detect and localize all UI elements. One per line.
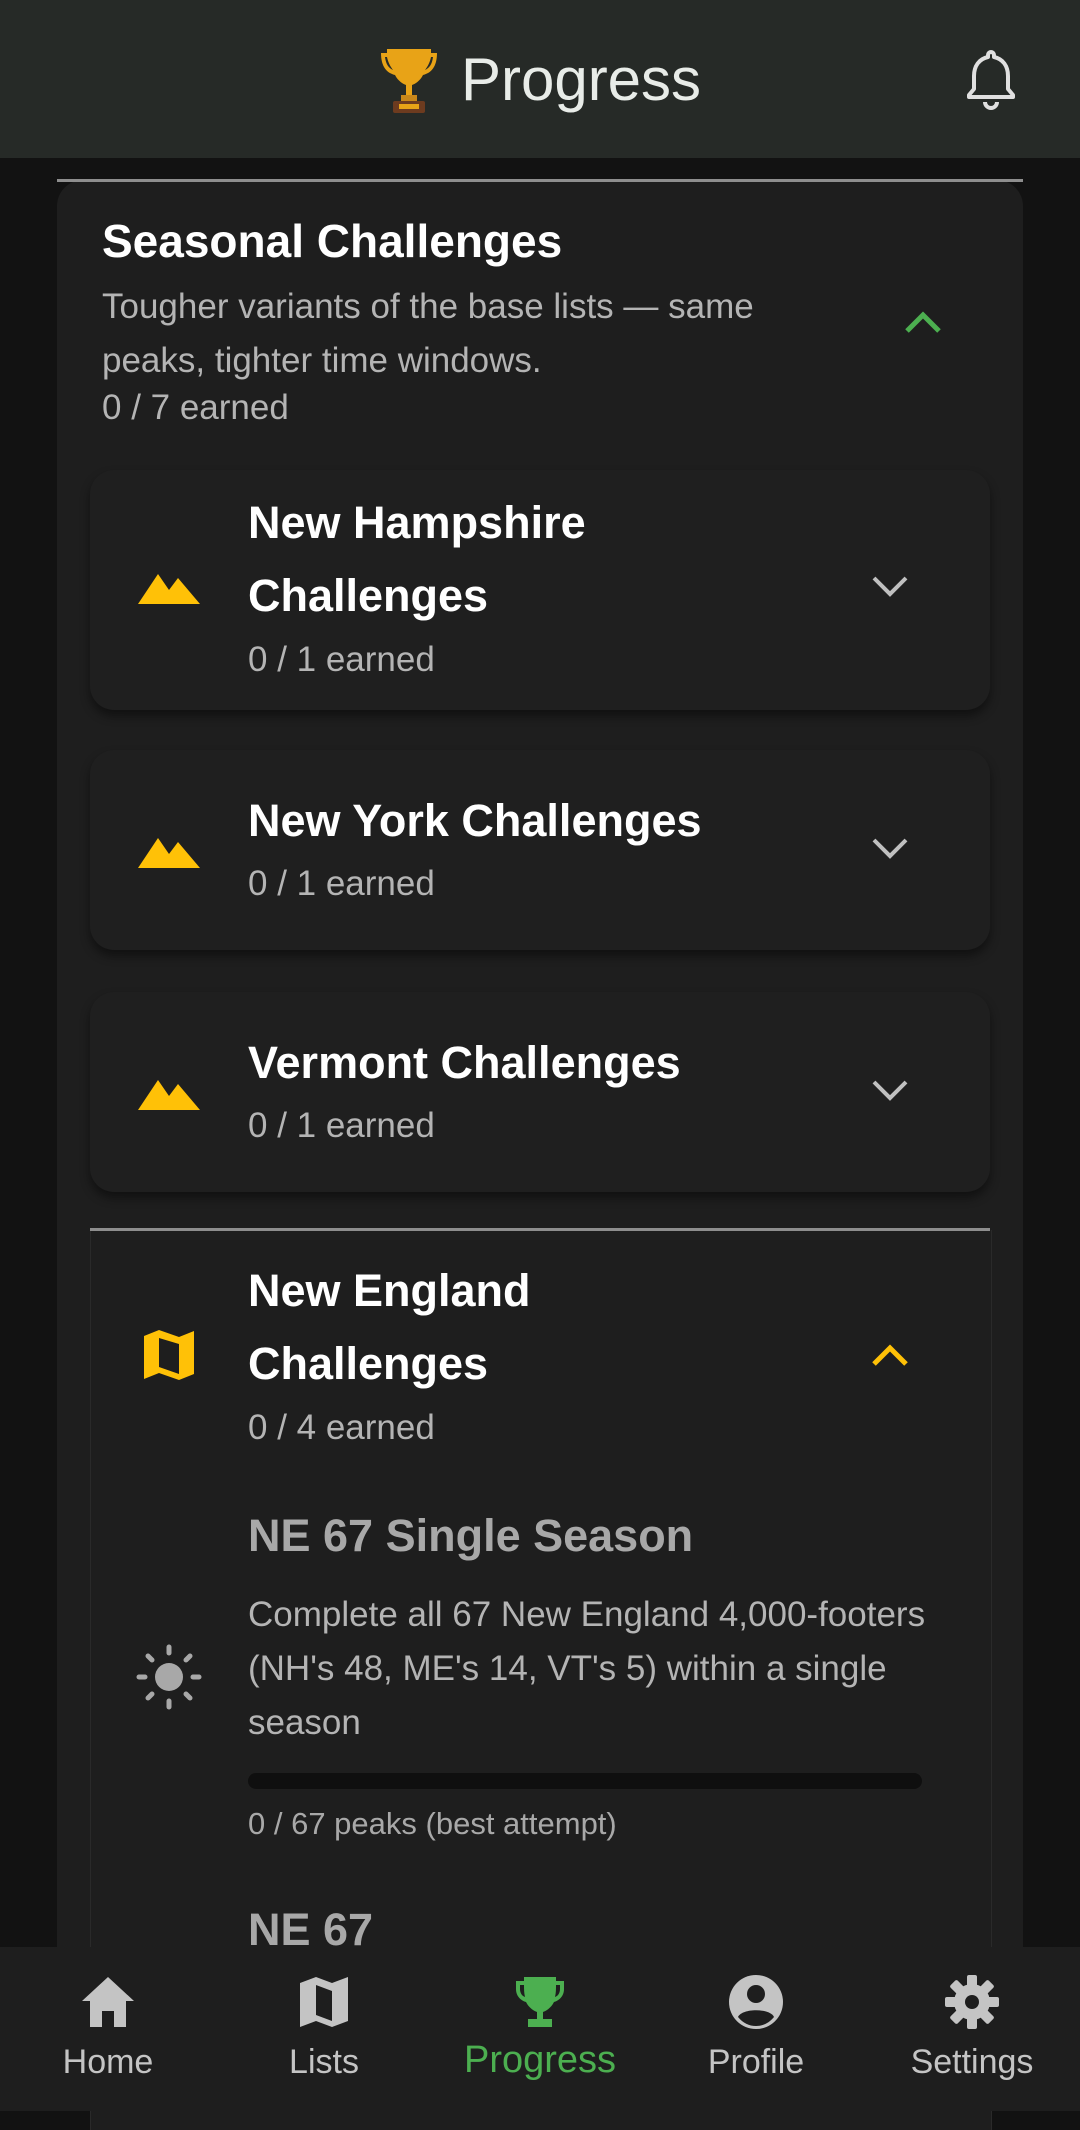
group-title-new-hampshire: New Hampshire Challenges (248, 497, 586, 621)
chevron-down-icon[interactable] (870, 836, 910, 862)
nav-item-home[interactable]: Home (0, 1947, 216, 2111)
bell-icon[interactable] (964, 48, 1018, 112)
page-title-group: Progress (379, 43, 701, 115)
nav-label-progress: Progress (463, 2039, 617, 2081)
nav-label-lists: Lists (289, 2043, 359, 2081)
nav-item-settings[interactable]: Settings (864, 1947, 1080, 2111)
challenge-progress-text: 0 / 67 peaks (best attempt) (248, 1806, 617, 1841)
group-earned-new-england: 0 / 4 earned (248, 1408, 435, 1447)
group-earned-new-hampshire: 0 / 1 earned (248, 640, 435, 679)
chevron-up-icon[interactable] (903, 309, 943, 335)
group-title-vermont: Vermont Challenges (248, 1037, 681, 1088)
divider (90, 1228, 990, 1231)
trophy-icon (380, 49, 437, 113)
sun-icon (136, 1644, 202, 1710)
chevron-down-icon[interactable] (870, 1078, 910, 1104)
nav-label-profile: Profile (707, 2043, 805, 2081)
nav-item-lists[interactable]: Lists (216, 1947, 432, 2111)
mountain-icon (138, 1080, 200, 1110)
challenge-description: Complete all 67 New England 4,000-footer… (248, 1595, 926, 1742)
nav-item-progress[interactable]: Progress (432, 1947, 648, 2111)
account-icon (729, 1975, 783, 2029)
nav-label-settings: Settings (910, 2043, 1034, 2081)
map-icon (144, 1330, 194, 1380)
nav-label-home: Home (62, 2043, 154, 2081)
chevron-up-icon[interactable] (870, 1342, 910, 1368)
group-title-new-england: New England Challenges (248, 1265, 531, 1389)
divider (57, 179, 1023, 182)
app-bar: Progress (0, 0, 1080, 158)
seasonal-challenges-earned: 0 / 7 earned (102, 388, 289, 427)
group-earned-new-york: 0 / 1 earned (248, 864, 435, 903)
chevron-down-icon[interactable] (870, 574, 910, 600)
map-icon (300, 1977, 348, 2027)
seasonal-challenges-title: Seasonal Challenges (102, 215, 563, 267)
mountain-icon (138, 838, 200, 868)
trophy-icon (516, 1977, 564, 2027)
home-icon (82, 1977, 134, 2027)
challenge-progress-bar (248, 1773, 922, 1789)
seasonal-challenges-description: Tougher variants of the base lists — sam… (102, 287, 754, 380)
challenge-title: NE 67 Single Season (248, 1510, 694, 1561)
group-earned-vermont: 0 / 1 earned (248, 1106, 435, 1145)
gear-icon (945, 1975, 999, 2029)
mountain-icon (138, 574, 200, 604)
nav-item-profile[interactable]: Profile (648, 1947, 864, 2111)
bottom-nav: Home Lists Progress Profile Settings (0, 1947, 1080, 2111)
group-title-new-york: New York Challenges (248, 795, 702, 846)
page-title: Progress (460, 45, 702, 113)
